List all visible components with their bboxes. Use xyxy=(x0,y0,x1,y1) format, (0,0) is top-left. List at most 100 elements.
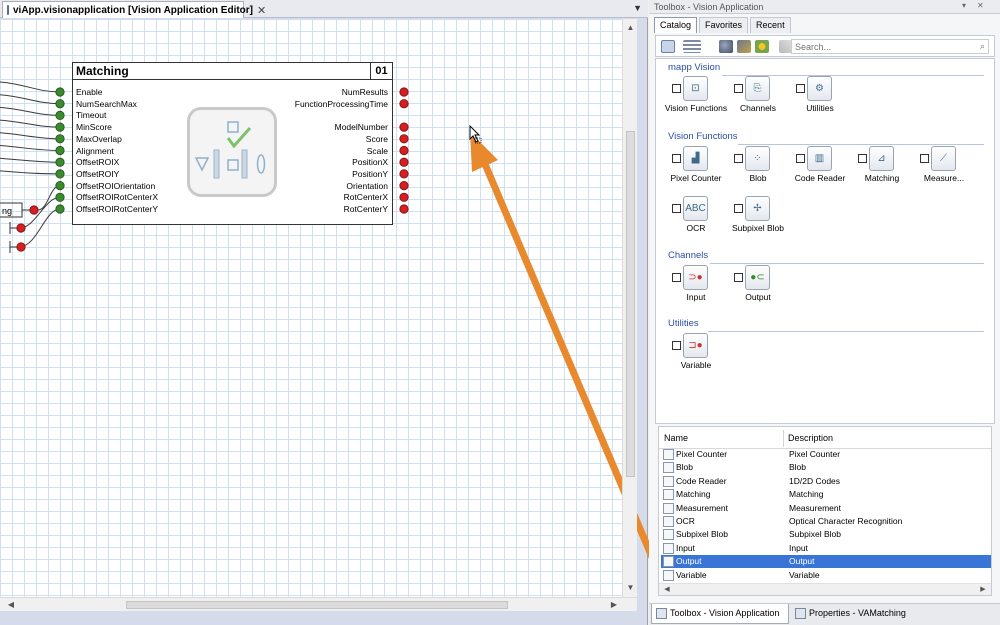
list-item[interactable]: Measurement Measurement xyxy=(661,502,991,515)
list-item[interactable]: Pixel Counter Pixel Counter xyxy=(661,448,991,461)
catalog-item-label: Variable xyxy=(680,360,712,370)
catalog-section-title: Channels xyxy=(668,250,709,261)
toolbox-search[interactable]: ⌕ xyxy=(791,39,989,54)
pin-dropdown-icon[interactable]: ▾ xyxy=(962,1,966,10)
list-item[interactable]: Subpixel Blob Subpixel Blob xyxy=(661,528,991,541)
item-checkbox[interactable] xyxy=(734,154,743,163)
column-header-name[interactable]: Name xyxy=(664,433,688,443)
catalog-item-channels[interactable]: ⎘ Channels xyxy=(732,76,792,126)
item-checkbox[interactable] xyxy=(672,204,681,213)
list-item[interactable]: Output Output xyxy=(661,555,991,569)
item-checkbox[interactable] xyxy=(734,204,743,213)
list-item[interactable]: Code Reader 1D/2D Codes xyxy=(661,475,991,488)
code-reader-icon: ▥ xyxy=(807,146,832,171)
list-item[interactable]: Matching Matching xyxy=(661,488,991,501)
close-icon[interactable]: ✕ xyxy=(257,4,266,17)
list-item-description: Variable xyxy=(789,569,820,580)
tab-catalog[interactable]: Catalog xyxy=(654,17,698,33)
catalog-item-label: Channels xyxy=(740,103,776,113)
catalog-item-code-reader[interactable]: ▥ Code Reader xyxy=(794,146,854,196)
editor-vertical-scrollbar[interactable]: ▲ ▼ xyxy=(622,19,637,597)
list-item[interactable]: OCR Optical Character Recognition xyxy=(661,515,991,528)
catalog-view-icon[interactable] xyxy=(661,40,675,53)
catalog-item-matching[interactable]: ⊿ Matching xyxy=(856,146,916,196)
toolbox-toolbar: ⌕ xyxy=(655,35,995,57)
catalog-item-output[interactable]: ●⊂ Output xyxy=(732,265,792,315)
item-checkbox[interactable] xyxy=(672,154,681,163)
document-icon xyxy=(7,5,9,15)
tab-recent[interactable]: Recent xyxy=(750,17,791,33)
scroll-up-icon[interactable]: ▲ xyxy=(623,21,638,35)
scroll-left-icon[interactable]: ◀ xyxy=(661,584,673,596)
scroll-left-icon[interactable]: ◀ xyxy=(4,598,18,612)
item-checkbox[interactable] xyxy=(796,154,805,163)
list-item-description: Matching xyxy=(789,489,824,500)
vertical-scroll-thumb[interactable] xyxy=(626,131,635,477)
item-checkbox[interactable] xyxy=(734,84,743,93)
vision-application-editor: viApp.visionapplication [Vision Applicat… xyxy=(0,0,656,625)
editor-canvas[interactable]: ng Matching 01 Enable NumSearchMax Timeout… xyxy=(0,19,656,597)
list-item-icon xyxy=(663,569,674,581)
item-checkbox[interactable] xyxy=(858,154,867,163)
list-item-name: OCR xyxy=(676,516,695,526)
column-divider[interactable] xyxy=(783,430,784,447)
list-item-name: Variable xyxy=(676,569,707,580)
item-checkbox[interactable] xyxy=(672,84,681,93)
document-tab[interactable]: viApp.visionapplication [Vision Applicat… xyxy=(2,1,266,18)
star-icon[interactable] xyxy=(755,40,769,53)
catalog-item-label: Utilities xyxy=(806,103,834,113)
item-checkbox[interactable] xyxy=(796,84,805,93)
catalog-item-subpixel-blob[interactable]: ✢ Subpixel Blob xyxy=(732,196,792,246)
panel-bottom-tabs: Toolbox - Vision Application Properties … xyxy=(649,603,1000,625)
catalog-item-pixel-counter[interactable]: ▟ Pixel Counter xyxy=(670,146,730,196)
list-item-name: Matching xyxy=(676,489,711,500)
list-item-icon xyxy=(663,516,674,527)
output-icon: ●⊂ xyxy=(745,265,770,290)
list-item[interactable]: Input Input xyxy=(661,542,991,555)
list-item-name: Input xyxy=(676,542,695,553)
document-tab-bar: viApp.visionapplication [Vision Applicat… xyxy=(0,0,648,18)
tab-favorites[interactable]: Favorites xyxy=(699,17,749,33)
item-checkbox[interactable] xyxy=(920,154,929,163)
editor-horizontal-scrollbar[interactable]: ◀ ▶ xyxy=(0,597,637,611)
close-icon[interactable]: ✕ xyxy=(977,1,984,10)
list-header: Name Description xyxy=(659,427,991,449)
list-item-name: Pixel Counter xyxy=(676,449,728,459)
list-item[interactable]: Blob Blob xyxy=(661,461,991,474)
column-header-description[interactable]: Description xyxy=(788,433,833,443)
scroll-down-icon[interactable]: ▼ xyxy=(623,581,638,595)
list-item-icon xyxy=(663,502,674,514)
catalog-item-label: Vision Functions xyxy=(664,103,728,113)
list-item-description: Subpixel Blob xyxy=(789,529,841,540)
tools-icon[interactable] xyxy=(737,40,751,53)
tab-properties-label: Properties - VAMatching xyxy=(809,608,906,618)
catalog-item-utilities[interactable]: ⚙ Utilities xyxy=(794,76,854,126)
horizontal-scroll-thumb[interactable] xyxy=(126,601,508,609)
catalog-item-ocr[interactable]: ABC OCR xyxy=(670,196,730,246)
list-item-name: Output xyxy=(676,556,702,567)
chevron-down-icon[interactable]: ▼ xyxy=(633,3,642,13)
list-view-icon[interactable] xyxy=(683,40,701,53)
catalog-item-blob[interactable]: ⁘ Blob xyxy=(732,146,792,196)
catalog-item-variable[interactable]: ⊐● Variable xyxy=(670,333,730,383)
tab-properties[interactable]: Properties - VAMatching xyxy=(791,604,921,624)
scroll-right-icon[interactable]: ▶ xyxy=(977,584,989,596)
list-item[interactable]: Variable Variable xyxy=(661,569,991,582)
cloud-icon[interactable] xyxy=(719,40,733,53)
pixel-counter-icon: ▟ xyxy=(683,146,708,171)
catalog-item-measure[interactable]: ⟋ Measure... xyxy=(918,146,978,196)
toolbox-icon xyxy=(656,608,667,619)
catalog-item-input[interactable]: ⊃● Input xyxy=(670,265,730,315)
section-divider xyxy=(710,263,984,264)
search-input[interactable] xyxy=(792,40,972,53)
list-horizontal-scrollbar[interactable]: ◀ ▶ xyxy=(659,583,991,595)
tab-toolbox[interactable]: Toolbox - Vision Application xyxy=(651,604,789,624)
item-checkbox[interactable] xyxy=(734,273,743,282)
toolbox-title: Toolbox - Vision Application xyxy=(654,2,764,12)
catalog-item-vision-functions[interactable]: ⊡ Vision Functions xyxy=(665,76,730,126)
scroll-right-icon[interactable]: ▶ xyxy=(607,598,621,612)
search-icon[interactable]: ⌕ xyxy=(980,41,985,52)
list-item-description: Measurement xyxy=(789,502,841,513)
item-checkbox[interactable] xyxy=(672,273,681,282)
item-checkbox[interactable] xyxy=(672,341,681,350)
